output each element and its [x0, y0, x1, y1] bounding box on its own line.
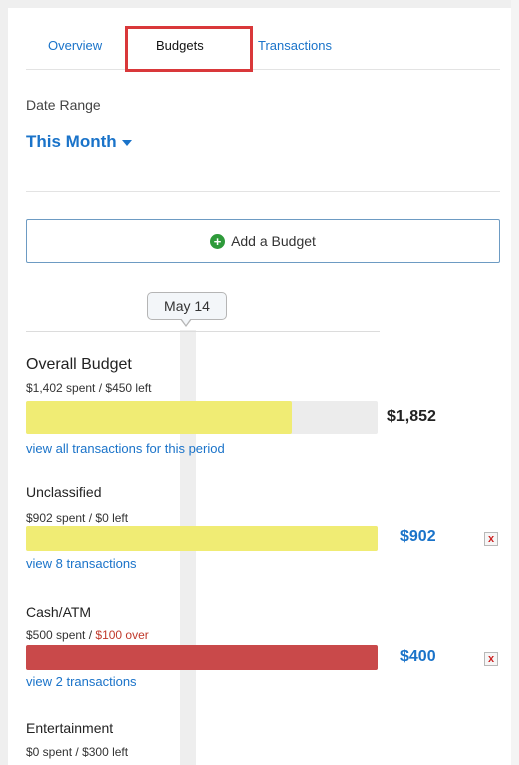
budget-summary-cash-atm: $500 spent / $100 over: [26, 628, 149, 642]
budget-amount-unclassified[interactable]: $902: [400, 528, 436, 546]
tab-bar: Overview Budgets Transactions: [26, 28, 500, 70]
budget-over-amount: $100 over: [95, 628, 149, 642]
budget-remaining: $0 left: [95, 511, 129, 525]
caret-down-icon: [121, 139, 132, 146]
tab-transactions[interactable]: Transactions: [258, 38, 332, 53]
remove-x-icon[interactable]: x: [484, 652, 498, 666]
date-range-value: This Month: [26, 132, 117, 151]
today-date-marker: May 14: [147, 292, 227, 320]
budget-summary-entertainment: $0 spent / $300 left: [26, 745, 128, 759]
budget-spent: $902 spent /: [26, 511, 93, 525]
view-transactions-link-cash-atm[interactable]: view 2 transactions: [26, 674, 137, 689]
budget-bar-fill-cash-atm: [26, 645, 378, 670]
budget-bar-fill-unclassified: [26, 526, 378, 551]
remove-x-icon[interactable]: x: [484, 532, 498, 546]
overall-budget-bar-fill: [26, 401, 293, 434]
overall-budget-amount: $1,852: [387, 408, 436, 425]
budget-name-cash-atm: Cash/ATM: [26, 604, 92, 620]
budget-spent: $0 spent /: [26, 745, 79, 759]
timeline-axis: [26, 331, 380, 332]
date-range-label: Date Range: [26, 97, 101, 113]
view-transactions-link-unclassified[interactable]: view 8 transactions: [26, 556, 137, 571]
budget-amount-cash-atm[interactable]: $400: [400, 648, 436, 666]
window-right-edge: [511, 0, 519, 765]
date-marker-pointer: [180, 318, 192, 327]
view-all-transactions-link[interactable]: view all transactions for this period: [26, 441, 225, 456]
overall-budget-title: Overall Budget: [26, 356, 132, 373]
budget-remaining: $300 left: [82, 745, 129, 759]
tab-budgets-highlight-box: [125, 26, 253, 72]
budget-spent: $500 spent /: [26, 628, 93, 642]
section-divider: [26, 191, 500, 192]
date-range-dropdown[interactable]: This Month: [26, 132, 132, 152]
budget-name-entertainment: Entertainment: [26, 720, 114, 736]
budget-summary-unclassified: $902 spent / $0 left: [26, 511, 128, 525]
plus-circle-icon: +: [210, 233, 226, 249]
add-budget-button[interactable]: + Add a Budget: [26, 219, 500, 263]
window-left-edge: [0, 0, 8, 765]
overall-budget-bar: [26, 401, 378, 434]
budget-bar-unclassified: [26, 526, 378, 551]
window-top-edge: [0, 0, 519, 8]
overall-budget-summary: $1,402 spent / $450 left: [26, 381, 152, 395]
budget-bar-cash-atm: [26, 645, 378, 670]
add-budget-label: Add a Budget: [231, 233, 316, 249]
tab-overview[interactable]: Overview: [48, 38, 102, 53]
budget-name-unclassified: Unclassified: [26, 484, 102, 500]
